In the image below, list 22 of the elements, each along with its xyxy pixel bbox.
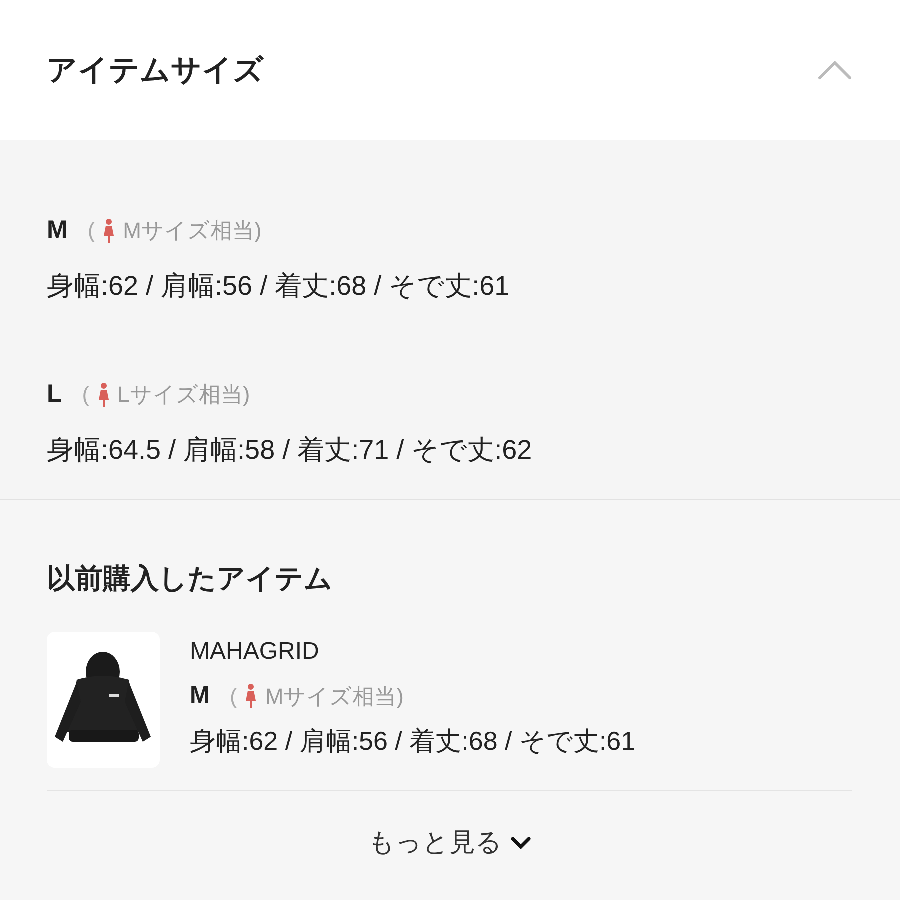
size-equivalent: Lサイズ相当) <box>118 381 250 410</box>
measurements: 身幅:62 / 肩幅:56 / 着丈:68 / そで丈:61 <box>190 725 636 758</box>
chevron-up-icon[interactable] <box>818 60 852 80</box>
section-title: アイテムサイズ <box>47 52 264 88</box>
section-title: 以前購入したアイテム <box>47 562 334 596</box>
size-equivalent: Mサイズ相当) <box>123 217 262 246</box>
size-label: M <box>190 681 210 711</box>
header-bar[interactable]: アイテムサイズ <box>0 0 900 140</box>
paren: ( <box>88 217 96 246</box>
person-icon <box>98 382 110 407</box>
paren: ( <box>82 381 90 410</box>
measurements: 身幅:64.5 / 肩幅:58 / 着丈:71 / そで丈:62 <box>47 434 534 466</box>
brand-name: MAHAGRID <box>190 637 320 667</box>
size-equivalent: Mサイズ相当) <box>265 682 404 710</box>
chevron-down-icon <box>510 836 530 850</box>
size-label: M <box>47 215 68 246</box>
paren: ( <box>230 682 238 710</box>
show-more-button[interactable]: もっと見る <box>368 823 530 862</box>
person-icon <box>245 684 258 708</box>
person-icon <box>103 218 116 243</box>
measurements: 身幅:62 / 肩幅:56 / 着丈:68 / そで丈:61 <box>47 270 511 302</box>
size-label: L <box>47 379 62 410</box>
